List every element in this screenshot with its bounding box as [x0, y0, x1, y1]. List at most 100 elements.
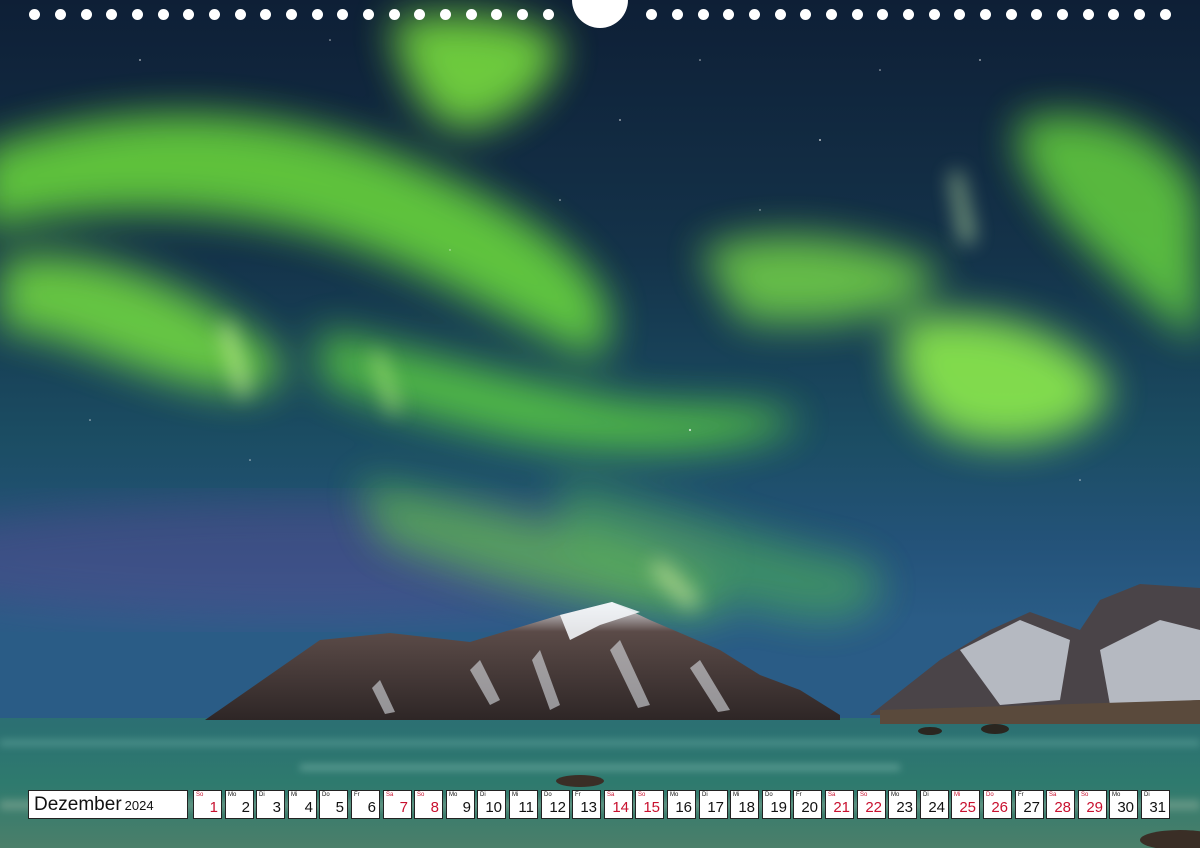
weekday-label: So: [1081, 792, 1089, 798]
day-cell: Mo 2: [225, 790, 254, 819]
binding-hole: [260, 9, 271, 20]
day-cell: So 15: [635, 790, 664, 819]
binding-hole: [363, 9, 374, 20]
binding-hole: [826, 9, 837, 20]
day-number: 20: [801, 799, 818, 816]
weekday-label: Do: [986, 792, 994, 798]
binding-hole: [1160, 9, 1171, 20]
binding-hole: [1006, 9, 1017, 20]
binding-hole: [286, 9, 297, 20]
binding-hole: [132, 9, 143, 20]
weekday-label: Di: [702, 792, 708, 798]
weekday-label: Mi: [954, 792, 961, 798]
day-number: 4: [304, 799, 313, 816]
weekday-label: So: [638, 792, 646, 798]
calendar-page: Dezember 2024 So 1 Mo 2 Di 3 Mi 4 Do 5 Fr 6 Sa 7 So 8 Mo 9…: [0, 0, 1200, 848]
binding-hole: [877, 9, 888, 20]
weekday-label: Mo: [891, 792, 900, 798]
binding-hole: [440, 9, 451, 20]
day-number: 7: [399, 799, 408, 816]
binding-hole: [158, 9, 169, 20]
weekday-label: Di: [259, 792, 265, 798]
day-cell: Mo 16: [667, 790, 696, 819]
binding-hole: [517, 9, 528, 20]
weekday-label: Di: [1144, 792, 1150, 798]
binding-hole: [646, 9, 657, 20]
binding-hole: [723, 9, 734, 20]
day-cell: Di 17: [699, 790, 728, 819]
day-cell: Di 31: [1141, 790, 1170, 819]
binding-hole: [1134, 9, 1145, 20]
binding-hole: [466, 9, 477, 20]
binding-hole: [337, 9, 348, 20]
day-number: 16: [675, 799, 692, 816]
day-cell: So 8: [414, 790, 443, 819]
day-number: 28: [1054, 799, 1071, 816]
day-cell: Di 10: [477, 790, 506, 819]
day-cell: Sa 14: [604, 790, 633, 819]
weekday-label: So: [196, 792, 204, 798]
day-cell: Do 19: [762, 790, 791, 819]
day-number: 19: [770, 799, 787, 816]
day-cell: Di 24: [920, 790, 949, 819]
day-cell: Do 5: [319, 790, 348, 819]
binding-hole: [543, 9, 554, 20]
day-number: 11: [518, 799, 534, 816]
binding-hole: [698, 9, 709, 20]
binding-hole: [1108, 9, 1119, 20]
day-cell: Sa 21: [825, 790, 854, 819]
binding-hole: [852, 9, 863, 20]
binding-hole: [749, 9, 760, 20]
binding-hole: [312, 9, 323, 20]
day-cell: Mi 18: [730, 790, 759, 819]
day-number: 29: [1086, 799, 1103, 816]
binding-hole: [235, 9, 246, 20]
day-number: 8: [430, 799, 439, 816]
binding-hole: [81, 9, 92, 20]
binding-hole: [929, 9, 940, 20]
day-number: 12: [549, 799, 566, 816]
day-cell: Fr 20: [793, 790, 822, 819]
binding-hole: [183, 9, 194, 20]
day-number: 3: [272, 799, 281, 816]
binding-hole: [209, 9, 220, 20]
binding-hole: [800, 9, 811, 20]
day-cell: So 1: [193, 790, 222, 819]
binding-hole: [903, 9, 914, 20]
binding-hole: [55, 9, 66, 20]
binding-hole: [1031, 9, 1042, 20]
weekday-label: Mo: [449, 792, 458, 798]
weekday-label: Mi: [733, 792, 740, 798]
day-cell: Do 26: [983, 790, 1012, 819]
weekday-label: Fr: [354, 792, 360, 798]
day-number: 10: [485, 799, 502, 816]
binding-hole: [106, 9, 117, 20]
day-number: 23: [896, 799, 913, 816]
binding-hole: [672, 9, 683, 20]
weekday-label: Mo: [670, 792, 679, 798]
day-number: 31: [1149, 799, 1166, 816]
day-number: 25: [959, 799, 976, 816]
binding-hole: [954, 9, 965, 20]
weekday-label: Do: [544, 792, 552, 798]
calendar-strip: Dezember 2024 So 1 Mo 2 Di 3 Mi 4 Do 5 Fr 6 Sa 7 So 8 Mo 9…: [28, 790, 1172, 819]
weekday-label: Fr: [1018, 792, 1024, 798]
day-cell: Fr 27: [1015, 790, 1044, 819]
day-number: 22: [865, 799, 882, 816]
binding-hole: [491, 9, 502, 20]
weekday-label: Sa: [1049, 792, 1057, 798]
day-cell: Mi 11: [509, 790, 538, 819]
weekday-label: Sa: [607, 792, 615, 798]
weekday-label: Sa: [386, 792, 394, 798]
weekday-label: Di: [480, 792, 486, 798]
weekday-label: So: [417, 792, 425, 798]
day-cell: Do 12: [541, 790, 570, 819]
day-number: 13: [580, 799, 597, 816]
day-cell: Mi 4: [288, 790, 317, 819]
day-number: 30: [1117, 799, 1134, 816]
binding-hole: [414, 9, 425, 20]
day-cell: Sa 7: [383, 790, 412, 819]
day-number: 27: [1023, 799, 1040, 816]
hanger-cutout: [572, 0, 628, 28]
day-cell: Fr 6: [351, 790, 380, 819]
